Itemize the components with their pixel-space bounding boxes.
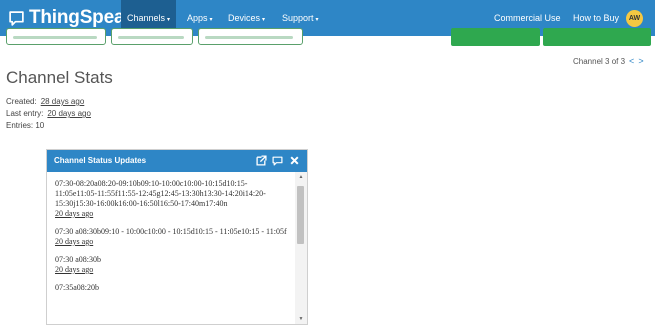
stat-created-label: Created: — [6, 97, 37, 106]
brand-name: ThingSpeak — [29, 7, 135, 28]
panel-title: Channel Status Updates — [54, 156, 147, 165]
external-link-icon[interactable] — [256, 155, 267, 166]
chevron-down-icon: ▾ — [167, 17, 171, 23]
page-title: Channel Stats — [6, 68, 113, 87]
status-updates-panel: Channel Status Updates 07:30-08:20a08:20… — [46, 149, 308, 325]
scroll-down-icon[interactable]: ▼ — [297, 316, 305, 322]
stat-entries: Entries: 10 — [6, 121, 45, 130]
update-time[interactable]: 20 days ago — [55, 209, 289, 219]
update-time[interactable]: 20 days ago — [55, 265, 289, 275]
nav-support-label: Support — [282, 13, 314, 23]
comment-icon[interactable] — [272, 155, 283, 166]
stat-last-entry: Last entry: 20 days ago — [6, 109, 91, 118]
toolbar-button-1[interactable] — [6, 28, 106, 45]
channel-pager: Channel 3 of 3 < > — [573, 56, 644, 66]
list-item: 07:35a08:20b — [55, 283, 289, 293]
stat-last-entry-value: 20 days ago — [47, 109, 91, 118]
chevron-right-icon[interactable]: > — [638, 56, 643, 66]
avatar[interactable]: AW — [626, 10, 643, 27]
chevron-down-icon: ▾ — [315, 17, 319, 23]
green-action-button-2[interactable] — [543, 28, 651, 46]
list-item: 07:30 a08:30b09:10 - 10:00c10:00 - 10:15… — [55, 227, 289, 247]
stat-last-entry-label: Last entry: — [6, 109, 44, 118]
update-time[interactable]: 20 days ago — [55, 237, 289, 247]
update-text: 07:30 a08:30b — [55, 255, 101, 264]
nav-apps-label: Apps — [187, 13, 208, 23]
toolbar-button-3[interactable] — [198, 28, 303, 45]
update-text: 07:30-08:20a08:20-09:10b09:10-10:00c10:0… — [55, 179, 266, 208]
panel-scrollbar[interactable]: ▲ ▼ — [295, 172, 307, 324]
close-icon[interactable] — [289, 155, 300, 166]
update-text: 07:30 a08:30b09:10 - 10:00c10:00 - 10:15… — [55, 227, 287, 236]
nav-channels-label: Channels — [127, 13, 166, 23]
toolbar-button-2[interactable] — [111, 28, 193, 45]
chevron-left-icon[interactable]: < — [629, 56, 634, 66]
status-updates-list[interactable]: 07:30-08:20a08:20-09:10b09:10-10:00c10:0… — [47, 172, 295, 324]
nav-devices-label: Devices — [228, 13, 261, 23]
chat-bubble-icon — [9, 10, 24, 26]
scroll-thumb[interactable] — [297, 186, 304, 244]
list-item: 07:30 a08:30b 20 days ago — [55, 255, 289, 275]
chevron-down-icon: ▾ — [209, 17, 213, 23]
green-action-button-1[interactable] — [451, 28, 540, 46]
pager-label: Channel 3 of 3 — [573, 57, 626, 66]
update-text: 07:35a08:20b — [55, 283, 99, 292]
stat-created: Created: 28 days ago — [6, 97, 84, 106]
list-item: 07:30-08:20a08:20-09:10b09:10-10:00c10:0… — [55, 179, 289, 219]
chevron-down-icon: ▾ — [262, 17, 266, 23]
scroll-up-icon[interactable]: ▲ — [297, 174, 305, 180]
panel-header: Channel Status Updates — [47, 150, 307, 172]
stat-created-value: 28 days ago — [40, 97, 85, 106]
